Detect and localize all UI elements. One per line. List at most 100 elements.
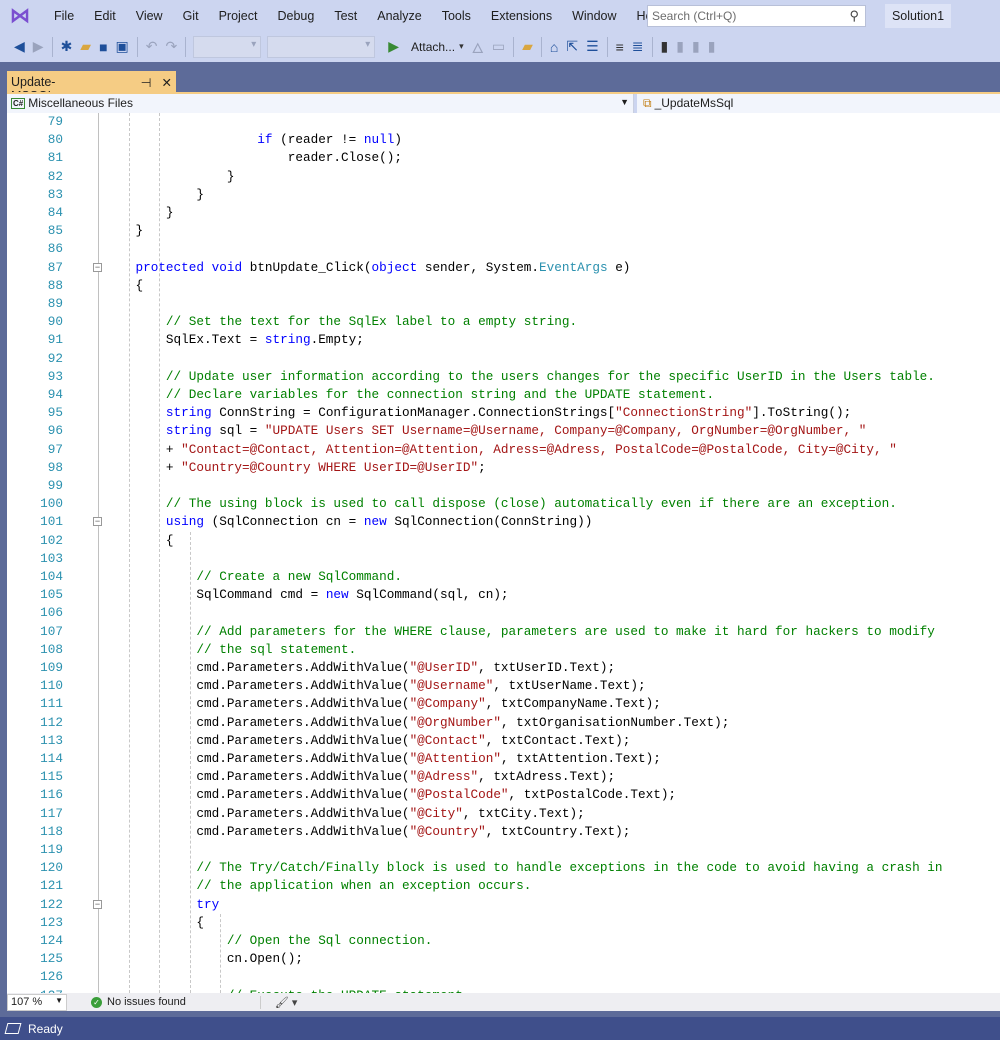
code-token: , txtContact.Text); <box>485 732 631 748</box>
home-icon[interactable]: ⌂ <box>550 39 558 55</box>
menu-extensions[interactable]: Extensions <box>481 9 562 23</box>
next-bookmark-icon[interactable]: ▮ <box>692 38 700 55</box>
menu-git[interactable]: Git <box>173 9 209 23</box>
code-token: "@PostalCode" <box>409 787 509 803</box>
code-token: try <box>196 896 220 912</box>
menu-bar: ⋈ File Edit View Git Project Debug Test Analyze… <box>0 0 1000 31</box>
code-token: "UPDATE Users SET Username=@Username, Co… <box>264 423 867 439</box>
line-number: 85 <box>47 223 63 239</box>
code-line: try <box>105 896 219 914</box>
code-token: , txtPostalCode.Text); <box>508 787 677 803</box>
visual-studio-logo-icon[interactable]: ⋈ <box>10 6 36 26</box>
code-line: // Declare variables for the connection … <box>105 386 714 404</box>
code-line: SqlCommand cmd = new SqlCommand(sql, cn)… <box>105 586 508 604</box>
find-in-files-icon[interactable]: ▰ <box>522 38 533 55</box>
line-number: 99 <box>47 478 63 493</box>
divider <box>136 36 138 57</box>
bookmark-icon[interactable]: ▮ <box>661 38 669 55</box>
line-number: 126 <box>40 969 63 985</box>
clear-bookmarks-icon[interactable]: ▮ <box>708 38 716 55</box>
redo-icon[interactable]: ↷ <box>166 38 178 55</box>
status-text: Ready <box>28 1021 63 1036</box>
code-line: + "Contact=@Contact, Attention=@Attentio… <box>105 441 897 459</box>
code-token: (SqlConnection cn = <box>204 514 364 530</box>
close-icon[interactable]: ✕ <box>162 75 172 90</box>
menu-analyze[interactable]: Analyze <box>367 9 431 23</box>
attach-button[interactable]: Attach... <box>411 40 455 54</box>
uncomment-icon[interactable]: ≣ <box>632 38 644 55</box>
hot-reload-icon[interactable]: 🜂 <box>472 32 484 61</box>
member-dropdown[interactable]: ⧉ _UpdateMsSql <box>634 94 1000 113</box>
line-number: 115 <box>40 769 63 785</box>
menu-test[interactable]: Test <box>324 9 367 23</box>
code-token: "@Company" <box>409 696 486 712</box>
line-number: 120 <box>40 860 63 876</box>
line-number: 82 <box>47 168 63 184</box>
line-number: 104 <box>40 569 63 584</box>
open-folder-icon[interactable]: ▰ <box>80 38 91 55</box>
zoom-dropdown[interactable]: 107 % ▼ <box>7 993 67 1011</box>
collapse-icon[interactable]: − <box>93 517 102 527</box>
pin-icon[interactable]: ⊣ <box>141 75 152 90</box>
code-token: "Contact=@Contact, Attention=@Attention,… <box>181 441 897 457</box>
solution-name[interactable]: Solution1 <box>885 4 951 28</box>
undo-icon[interactable]: ↶ <box>146 38 158 55</box>
indent-guide <box>129 113 130 993</box>
code-token: sender, System. <box>417 259 540 275</box>
line-number: 97 <box>47 441 63 457</box>
tab-update-mssql[interactable]: Update-MSSQL.aspx.cs ⊣ ✕ <box>7 71 176 103</box>
menu-edit[interactable]: Edit <box>84 9 126 23</box>
configuration-dropdown[interactable] <box>193 35 262 58</box>
divider <box>540 36 542 57</box>
brush-icon: 🖌 ▾ <box>274 996 298 1009</box>
comment-icon[interactable]: ≡ <box>616 39 624 55</box>
code-line: // Open the Sql connection. <box>105 932 433 950</box>
project-dropdown[interactable]: C# Miscellaneous Files ▼ <box>7 94 634 113</box>
code-token: // the application when an exception occ… <box>196 878 532 894</box>
menu-window[interactable]: Window <box>562 9 626 23</box>
code-token: , txtUserID.Text); <box>478 660 616 675</box>
code-token: protected <box>135 259 204 275</box>
search-input[interactable]: Search (Ctrl+Q) ⚲ <box>647 5 866 27</box>
line-number: 101 <box>40 514 63 530</box>
line-number: 113 <box>40 732 63 748</box>
menu-file[interactable]: File <box>44 9 84 23</box>
code-token: "@Username" <box>409 678 494 694</box>
project-label: Miscellaneous Files <box>28 96 133 110</box>
browser-link-icon[interactable]: ▭ <box>492 38 505 55</box>
chevron-down-icon[interactable]: ▾ <box>459 41 464 52</box>
menu-debug[interactable]: Debug <box>267 9 324 23</box>
collapse-icon[interactable]: − <box>93 899 102 909</box>
code-cleanup-button[interactable]: 🖌 ▾ <box>259 995 298 1009</box>
outline-icon[interactable]: ☰ <box>586 38 599 55</box>
line-number: 100 <box>40 496 63 512</box>
search-placeholder: Search (Ctrl+Q) <box>652 9 737 23</box>
menu-view[interactable]: View <box>126 9 173 23</box>
code-token: if <box>257 132 273 148</box>
issues-indicator[interactable]: ✓ No issues found <box>91 996 186 1008</box>
menu-project[interactable]: Project <box>209 9 268 23</box>
new-item-icon[interactable]: ✱ <box>61 38 73 55</box>
code-token: // Declare variables for the connection … <box>165 387 715 402</box>
collapse-icon[interactable]: − <box>93 262 102 272</box>
play-icon[interactable]: ▶ <box>388 38 399 55</box>
code-editor[interactable]: 79 80 81 82 83 84 85 86 87 − 88 89 90 91 92 93 94 95 96 97 9… <box>7 113 1000 993</box>
save-all-icon[interactable]: ▣ <box>116 38 129 55</box>
code-token: { <box>105 532 174 548</box>
code-token: sql = <box>211 423 265 439</box>
save-icon[interactable]: ■ <box>99 39 107 55</box>
step-icon[interactable]: ⇱ <box>566 38 578 55</box>
back-icon[interactable]: ◀ <box>14 38 25 55</box>
prev-bookmark-icon[interactable]: ▮ <box>676 38 684 55</box>
forward-icon[interactable]: ▶ <box>33 38 44 55</box>
platform-dropdown[interactable] <box>267 35 376 58</box>
menu-tools[interactable]: Tools <box>432 9 481 23</box>
line-number: 107 <box>40 623 63 639</box>
chevron-down-icon: ▼ <box>620 97 629 107</box>
code-line: { <box>105 277 143 295</box>
code-token: , txtOrganisationNumber.Text); <box>500 714 730 730</box>
